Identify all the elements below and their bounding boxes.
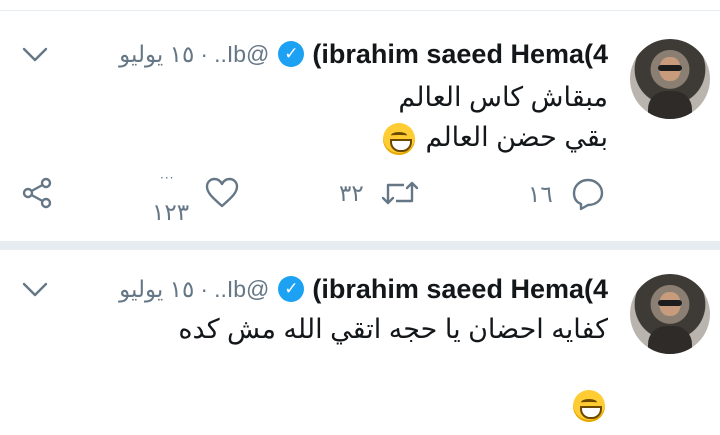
tweet-text-line: بقي حضن العالم <box>383 122 608 155</box>
tweet-date[interactable]: ١٥ يوليو <box>119 276 194 303</box>
avatar[interactable] <box>630 39 710 119</box>
grinning-face-emoji-icon <box>383 122 416 155</box>
heart-icon <box>205 177 239 208</box>
verified-badge-icon: ✓ <box>278 276 305 302</box>
tweet-text-line: مبقاش كاس العالم <box>398 82 608 112</box>
retweet-icon <box>381 181 418 205</box>
avatar-glasses <box>658 65 682 71</box>
tweet[interactable]: ١٥ يوليو · ..Ib@ ✓ (ibrahim saeed Hema(4… <box>0 250 720 435</box>
user-display-name[interactable]: (ibrahim saeed Hema(4 <box>312 39 608 70</box>
tweet-text: بقي حضن العالم <box>425 122 608 152</box>
tweet-actions: ··· ١٢٣ ٣٢ ١٦ <box>0 171 720 225</box>
tweet[interactable]: ١٥ يوليو · ..Ib@ ✓ (ibrahim saeed Hema(4… <box>0 11 720 242</box>
tweet-header: ١٥ يوليو · ..Ib@ ✓ (ibrahim saeed Hema(4 <box>119 272 608 306</box>
chevron-down-icon[interactable] <box>20 39 50 69</box>
share-button[interactable] <box>21 177 53 209</box>
reply-count: ١٦ <box>528 180 553 207</box>
top-border <box>0 0 720 11</box>
tweet-text-line: كفايه احضان يا حجه اتقي الله مش كده <box>178 314 608 344</box>
reply-icon <box>572 178 603 211</box>
separator: · <box>200 275 209 302</box>
retweet-count: ٣٢ <box>339 179 364 206</box>
user-handle[interactable]: ..Ib@ <box>214 41 269 68</box>
share-icon <box>22 177 52 209</box>
like-dots: ··· <box>160 171 175 185</box>
retweet-button[interactable]: ٣٢ <box>339 177 420 209</box>
tweet-header: ١٥ يوليو · ..Ib@ ✓ (ibrahim saeed Hema(4 <box>119 37 608 71</box>
avatar-shirt <box>648 91 692 119</box>
like-button[interactable]: ··· ١٢٣ <box>152 171 239 225</box>
verified-badge-icon: ✓ <box>278 41 305 67</box>
user-display-name[interactable]: (ibrahim saeed Hema(4 <box>312 274 608 305</box>
user-handle[interactable]: ..Ib@ <box>214 276 269 303</box>
avatar[interactable] <box>630 274 710 354</box>
tweet-divider <box>0 241 720 250</box>
reply-button[interactable]: ١٦ <box>528 177 605 211</box>
separator: · <box>200 40 209 67</box>
like-count: ١٢٣ <box>152 199 190 225</box>
grinning-face-emoji-icon <box>573 390 605 422</box>
tweet-date[interactable]: ١٥ يوليو <box>119 41 194 68</box>
chevron-down-icon[interactable] <box>20 274 50 304</box>
avatar-glasses <box>658 300 682 306</box>
avatar-shirt <box>648 326 692 354</box>
